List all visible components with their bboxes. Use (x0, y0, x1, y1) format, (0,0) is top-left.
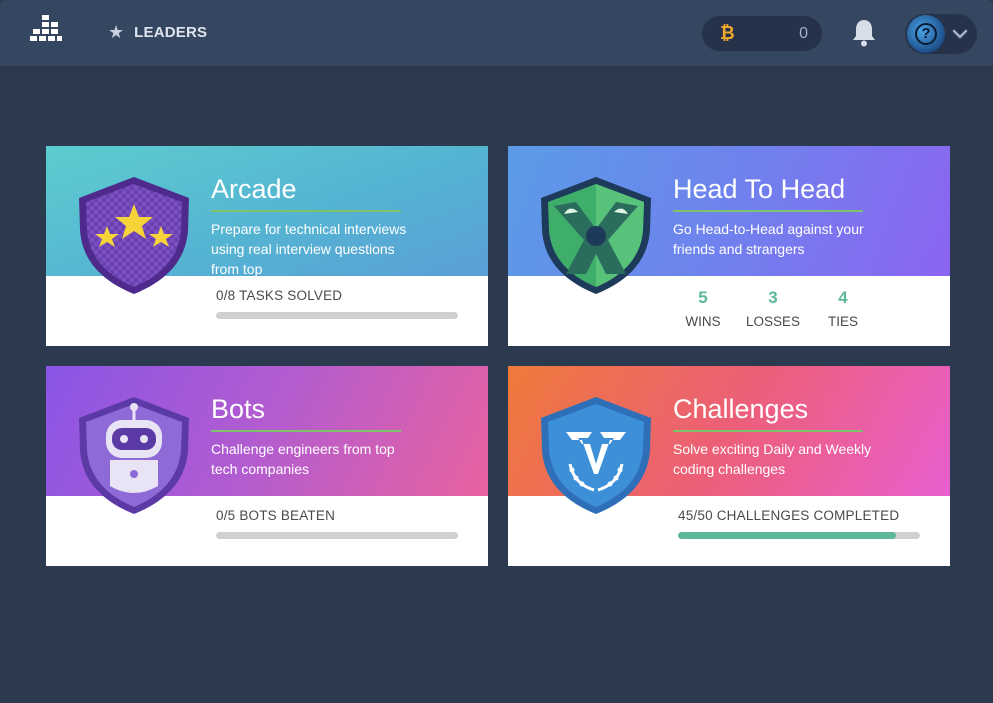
wins-label: WINS (685, 314, 721, 329)
top-navigation-bar: ★ LEADERS ₿ 0 ? (0, 0, 993, 66)
bell-icon[interactable] (850, 18, 878, 48)
bar-logo-icon[interactable] (30, 15, 62, 47)
ties-stat: 4 TIES (808, 288, 878, 329)
bots-progress-bar (216, 532, 458, 539)
star-icon: ★ (108, 22, 125, 42)
challenges-card[interactable]: Challenges Solve exciting Daily and Week… (508, 366, 950, 566)
losses-label: LOSSES (745, 314, 801, 329)
arcade-description: Prepare for technical interviews using r… (211, 221, 407, 276)
wins-count: 5 (698, 288, 708, 307)
bitcoin-icon: ₿ (720, 23, 735, 43)
question-mark-icon: ? (915, 23, 937, 45)
coins-count: 0 (799, 24, 808, 42)
head-to-head-card[interactable]: Head To Head Go Head-to-Head against you… (508, 146, 950, 346)
losses-stat: 3 LOSSES (738, 288, 808, 329)
ties-count: 4 (838, 288, 848, 307)
chevron-down-icon[interactable] (952, 26, 968, 42)
challenges-shield-icon (541, 397, 651, 514)
head-to-head-stats: 5 WINS 3 LOSSES 4 TIES (668, 288, 878, 329)
head-to-head-description: Go Head-to-Head against your friends and… (673, 221, 864, 257)
challenges-progress-label: 45/50 CHALLENGES COMPLETED (678, 508, 900, 523)
challenges-progress-fill (678, 532, 896, 539)
bots-description: Challenge engineers from top tech compan… (211, 441, 395, 477)
arcade-shield-icon (79, 177, 189, 294)
bots-card[interactable]: Bots Challenge engineers from top tech c… (46, 366, 488, 566)
arcade-progress-label: 0/8 TASKS SOLVED (216, 288, 343, 303)
title-divider (673, 430, 863, 432)
title-divider (211, 210, 401, 212)
challenges-progress-bar (678, 532, 920, 539)
arcade-title: Arcade (211, 174, 297, 204)
leaders-label: LEADERS (134, 23, 208, 41)
challenges-description: Solve exciting Daily and Weekly coding c… (673, 441, 872, 477)
head-to-head-shield-icon (541, 177, 651, 294)
head-to-head-title: Head To Head (673, 174, 846, 204)
losses-count: 3 (768, 288, 778, 307)
coins-balance[interactable]: ₿ 0 (702, 16, 822, 51)
leaders-link[interactable]: ★ LEADERS (108, 22, 207, 42)
title-divider (673, 210, 863, 212)
ties-label: TIES (827, 314, 858, 329)
arcade-card[interactable]: Arcade Prepare for technical interviews … (46, 146, 488, 346)
arcade-progress-bar (216, 312, 458, 319)
wins-stat: 5 WINS (668, 288, 738, 329)
bots-title: Bots (211, 394, 266, 424)
robot-shield-icon (79, 397, 189, 514)
challenges-title: Challenges (673, 394, 809, 424)
title-divider (211, 430, 401, 432)
avatar[interactable]: ? (907, 15, 945, 53)
bots-progress-label: 0/5 BOTS BEATEN (216, 508, 336, 523)
profile-menu[interactable]: ? (905, 14, 977, 54)
